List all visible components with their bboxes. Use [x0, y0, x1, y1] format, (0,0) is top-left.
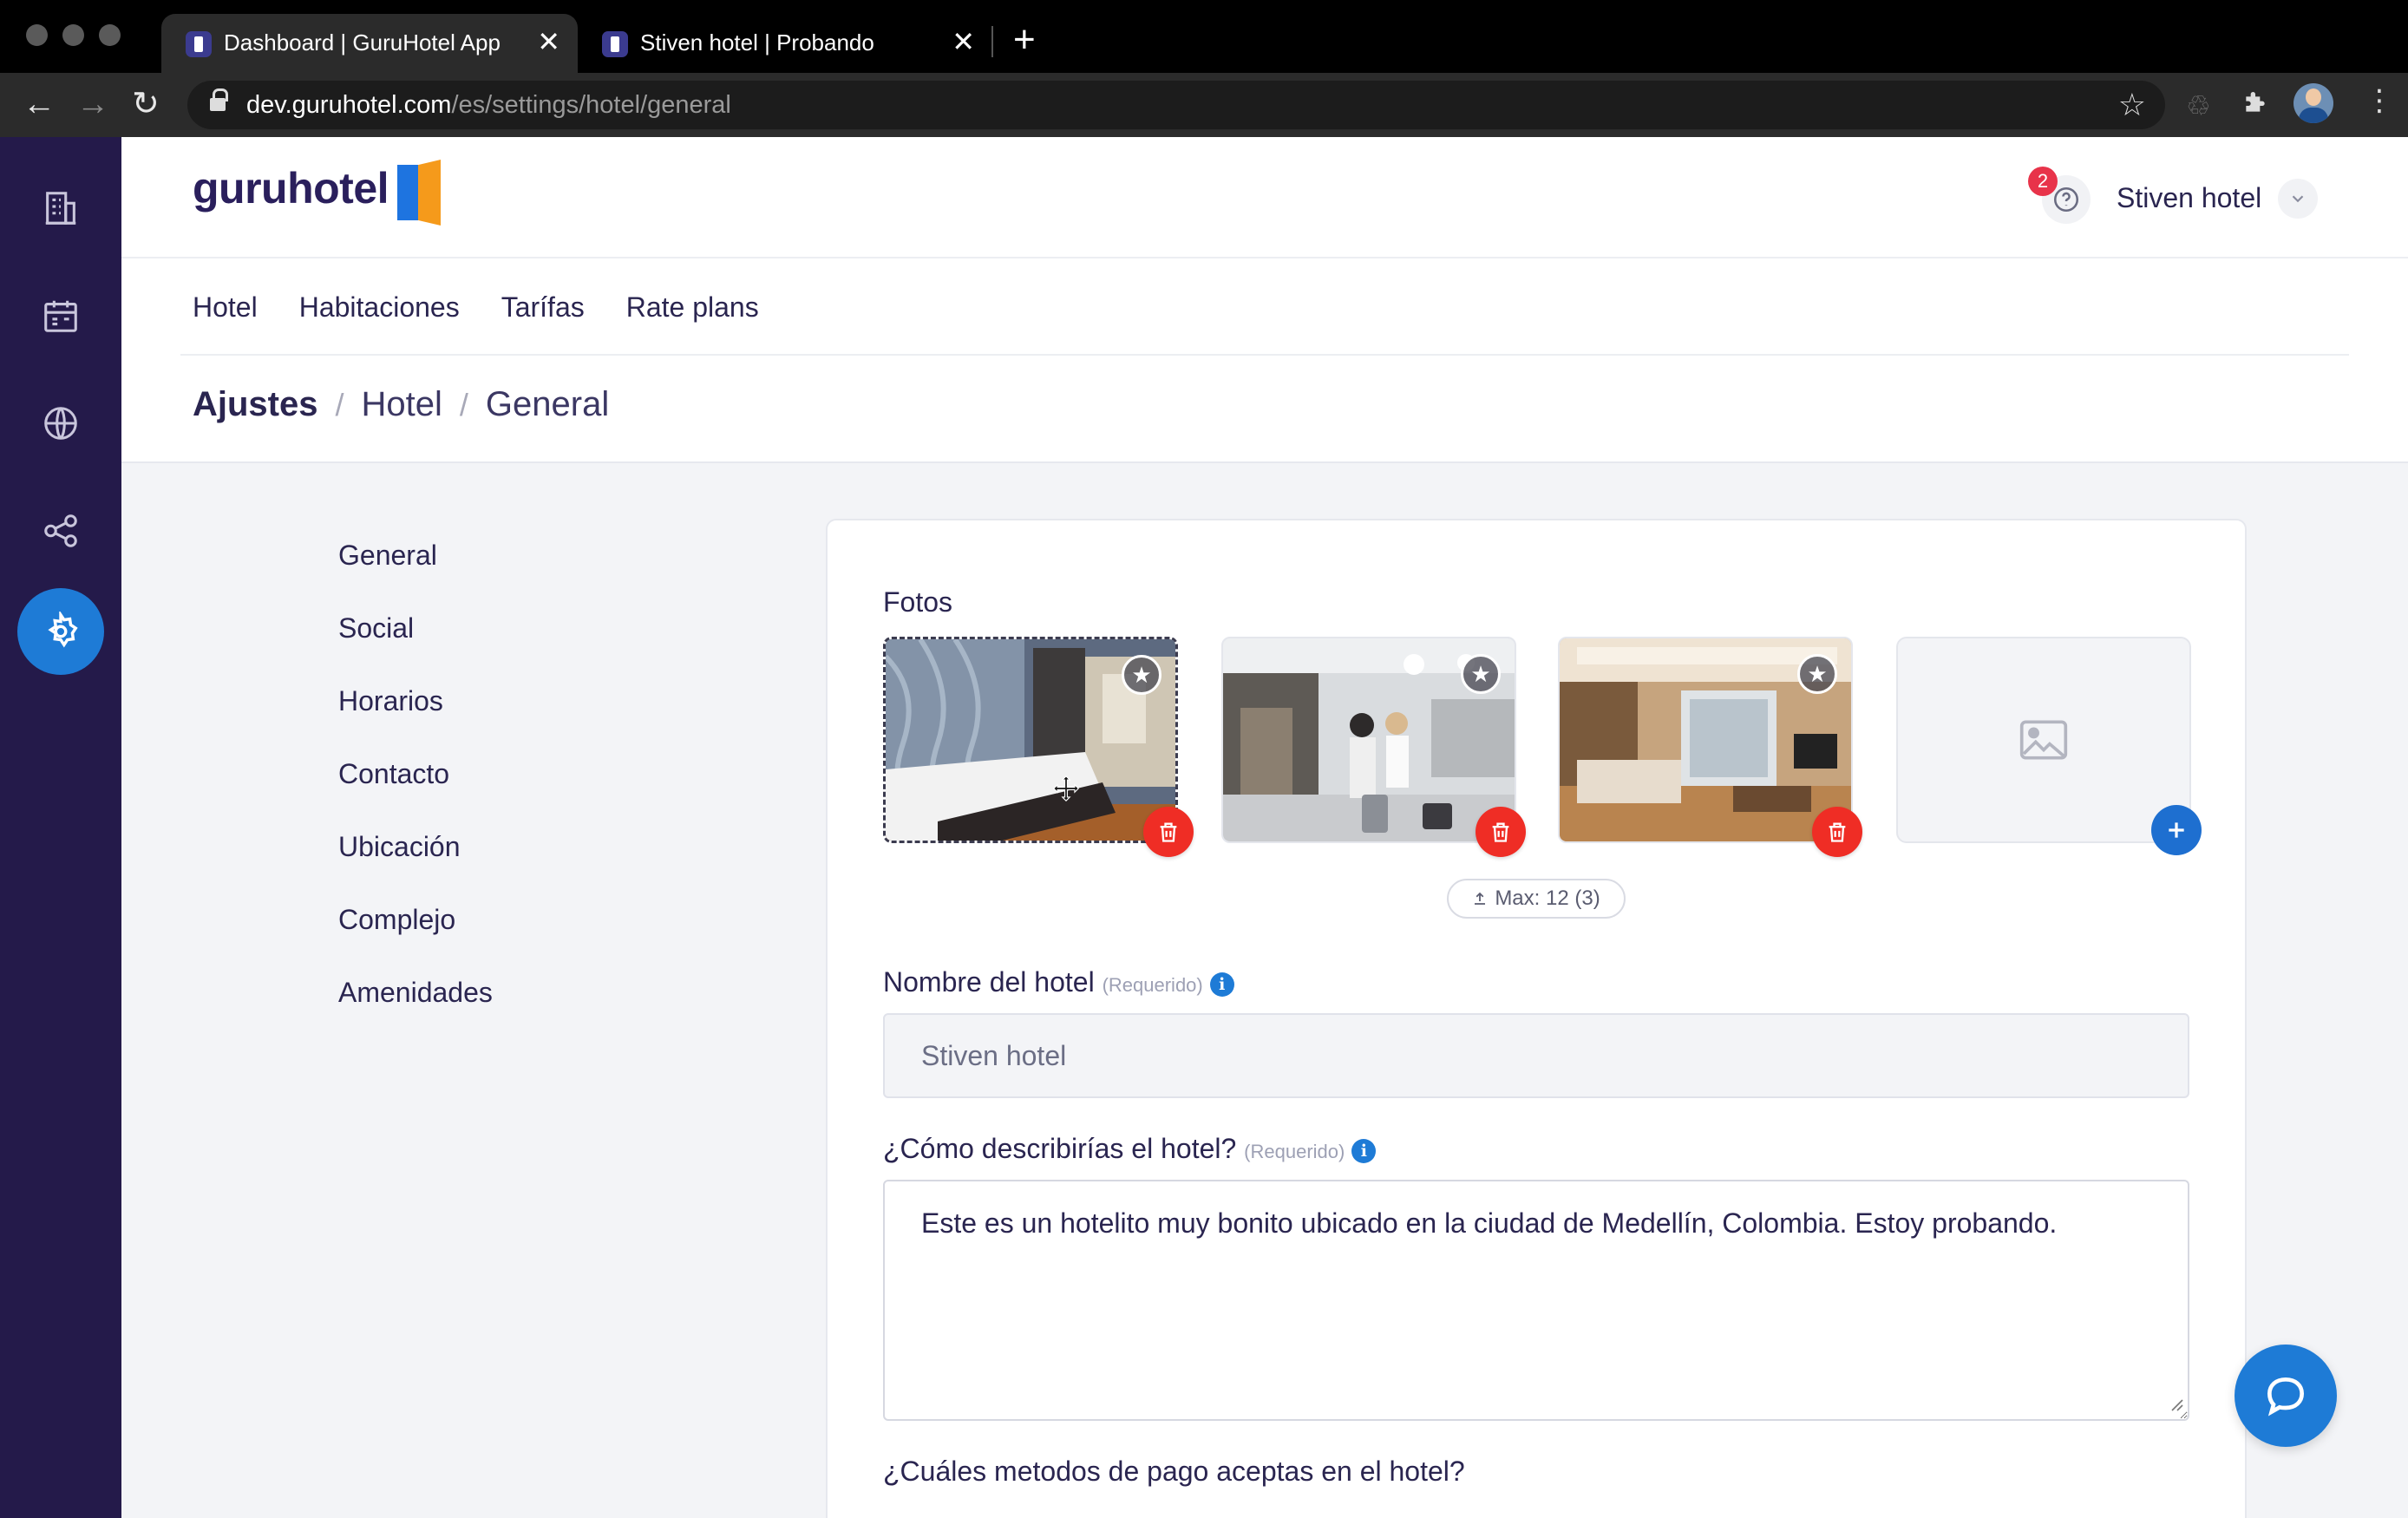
chevron-down-icon	[2292, 195, 2304, 203]
subnav-divider	[180, 354, 2349, 356]
tab-separator	[991, 26, 993, 57]
photo-upload-slot[interactable]	[1896, 637, 2191, 843]
building-icon	[45, 192, 76, 225]
settings-menu-amenidades[interactable]: Amenidades	[338, 956, 493, 1029]
reload-icon[interactable]: ↻	[132, 83, 160, 125]
calendar-icon	[44, 300, 77, 332]
settings-subnav: Hotel Habitaciones Tarífas Rate plans	[193, 291, 759, 324]
breadcrumb-separator: /	[459, 387, 468, 422]
description-label: ¿Cómo describirías el hotel? (Requerido)…	[883, 1133, 1377, 1165]
breadcrumb-general: General	[485, 385, 610, 423]
image-placeholder-icon	[2019, 720, 2068, 760]
settings-menu-social[interactable]: Social	[338, 592, 493, 664]
guruhotel-favicon-icon	[602, 31, 628, 57]
trash-icon	[1160, 822, 1177, 842]
guruhotel-favicon-icon	[186, 31, 212, 57]
hotel-photo-1[interactable]: ★	[883, 637, 1178, 843]
gear-icon	[48, 612, 78, 648]
breadcrumb: Ajustes / Hotel / General	[193, 385, 609, 424]
delete-photo-2-button[interactable]	[1476, 807, 1526, 857]
url-text[interactable]: dev.guruhotel.com/es/settings/hotel/gene…	[246, 91, 731, 120]
forward-arrow-icon[interactable]: →	[76, 83, 109, 125]
settings-menu-complejo[interactable]: Complejo	[338, 883, 493, 956]
window-close-dot[interactable]	[26, 24, 48, 46]
set-cover-star-icon[interactable]: ★	[1461, 654, 1501, 694]
support-chat-button[interactable]	[2235, 1345, 2337, 1447]
chat-icon	[2267, 1377, 2305, 1417]
upload-icon	[1475, 892, 1486, 905]
sidebar-item-settings[interactable]	[17, 588, 104, 675]
tab-close-icon[interactable]: ✕	[952, 26, 975, 57]
sidebar-item-web[interactable]	[17, 380, 104, 467]
header-divider	[121, 257, 2408, 258]
trash-icon	[1492, 822, 1509, 842]
notification-badge: 2	[2028, 167, 2058, 196]
settings-menu-ubicacion[interactable]: Ubicación	[338, 810, 493, 883]
sidebar-item-dashboard[interactable]	[17, 165, 104, 252]
share-icon	[44, 514, 77, 547]
settings-menu-general[interactable]: General	[338, 519, 493, 592]
guruhotel-logo-mark-icon	[397, 160, 442, 226]
set-cover-star-icon[interactable]: ★	[1122, 655, 1161, 695]
new-tab-button[interactable]: +	[1013, 19, 1036, 61]
add-photo-button[interactable]	[2151, 805, 2202, 855]
sidebar-item-calendar[interactable]	[17, 272, 104, 359]
browser-menu-icon[interactable]: ⋮	[2365, 83, 2394, 118]
tab-title: Dashboard | GuruHotel App	[224, 29, 501, 56]
browser-toolbar: ← → ↻ dev.guruhotel.com/es/settings/hote…	[0, 73, 2408, 137]
subnav-item-rate-plans[interactable]: Rate plans	[626, 291, 759, 324]
info-icon[interactable]: i	[1351, 1138, 1377, 1163]
sidebar-item-share[interactable]	[17, 487, 104, 574]
hotel-photo-2[interactable]: ★	[1221, 637, 1516, 843]
breadcrumb-ajustes[interactable]: Ajustes	[193, 385, 318, 424]
app-header: guruhotel 2 Stiven hotel Hotel Habitacio…	[121, 137, 2408, 463]
move-cursor-icon	[1053, 775, 1079, 802]
question-icon	[2053, 186, 2079, 213]
user-menu-name[interactable]: Stiven hotel	[2117, 182, 2261, 214]
address-bar[interactable]: dev.guruhotel.com/es/settings/hotel/gene…	[187, 81, 2165, 129]
app-sidebar	[0, 137, 121, 1518]
recycle-extension-icon[interactable]: ♲	[2186, 88, 2211, 123]
subnav-item-hotel[interactable]: Hotel	[193, 291, 258, 324]
tab-close-icon[interactable]: ✕	[537, 26, 560, 57]
hotel-photo-3[interactable]: ★	[1558, 637, 1853, 843]
photos-max-chip: Max: 12 (3)	[1447, 879, 1626, 919]
hotel-name-input[interactable]	[883, 1013, 2189, 1098]
back-arrow-icon[interactable]: ←	[23, 83, 56, 125]
required-hint: (Requerido)	[1244, 1141, 1345, 1162]
delete-photo-3-button[interactable]	[1812, 807, 1862, 857]
browser-tab-stiven-hotel[interactable]: Stiven hotel | Probando ✕	[578, 14, 992, 73]
user-menu-toggle[interactable]	[2278, 179, 2318, 219]
window-zoom-dot[interactable]	[99, 24, 121, 46]
subnav-item-habitaciones[interactable]: Habitaciones	[299, 291, 460, 324]
browser-tab-dashboard[interactable]: Dashboard | GuruHotel App ✕	[161, 14, 578, 73]
required-hint: (Requerido)	[1102, 974, 1203, 996]
settings-menu-contacto[interactable]: Contacto	[338, 737, 493, 810]
delete-photo-1-button[interactable]	[1143, 807, 1194, 857]
globe-icon	[44, 407, 77, 440]
tab-title: Stiven hotel | Probando	[640, 29, 874, 56]
browser-tab-bar: Dashboard | GuruHotel App ✕ Stiven hotel…	[0, 0, 2408, 73]
lock-icon	[210, 88, 228, 113]
set-cover-star-icon[interactable]: ★	[1797, 654, 1837, 694]
breadcrumb-hotel[interactable]: Hotel	[362, 385, 442, 424]
breadcrumb-separator: /	[335, 387, 344, 422]
info-icon[interactable]: i	[1209, 972, 1234, 997]
settings-menu-horarios[interactable]: Horarios	[338, 664, 493, 737]
plus-icon	[2169, 822, 2184, 838]
subnav-item-tarifas[interactable]: Tarífas	[501, 291, 585, 324]
photos-max-text: Max: 12 (3)	[1495, 887, 1600, 910]
payment-methods-label: ¿Cuáles metodos de pago aceptas en el ho…	[883, 1456, 1465, 1487]
description-textarea[interactable]: Este es un hotelito muy bonito ubicado e…	[883, 1180, 2189, 1421]
guruhotel-logo[interactable]: guruhotel	[193, 163, 389, 213]
resize-grip-icon[interactable]	[2169, 1397, 2184, 1412]
puzzle-extension-icon[interactable]	[2241, 88, 2269, 124]
settings-menu: General Social Horarios Contacto Ubicaci…	[338, 519, 493, 1029]
photos-label: Fotos	[883, 586, 953, 618]
bookmark-star-icon[interactable]: ☆	[2118, 88, 2146, 122]
window-minimize-dot[interactable]	[62, 24, 84, 46]
hotel-name-label: Nombre del hotel (Requerido) i	[883, 966, 1234, 998]
browser-profile-avatar[interactable]	[2293, 83, 2333, 123]
trash-icon	[1829, 822, 1846, 842]
